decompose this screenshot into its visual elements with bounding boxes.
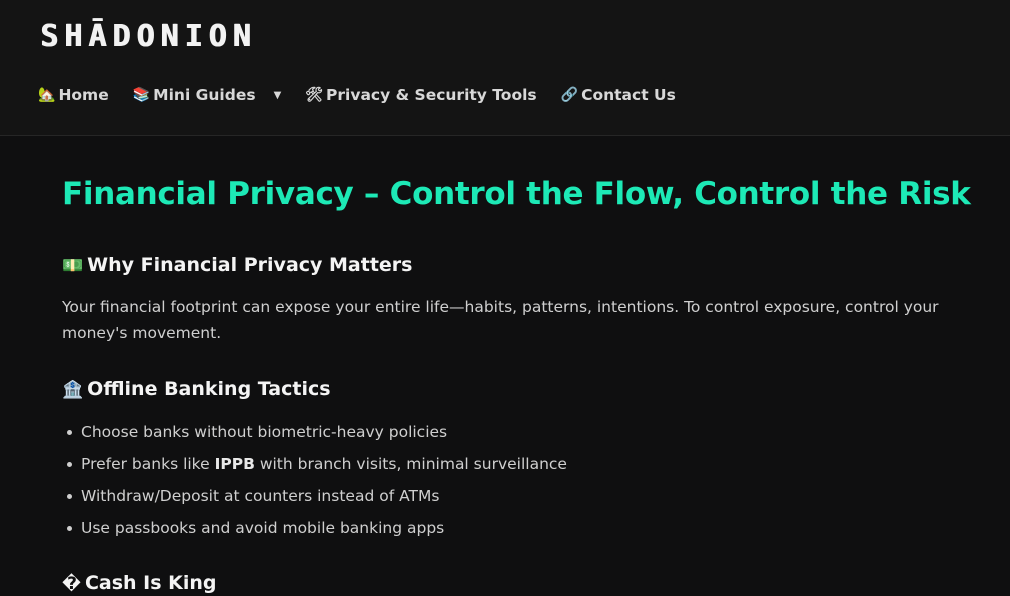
nav-item-mini-guides[interactable]: 📚 Mini Guides ▼ [133,86,282,104]
house-icon: 🏡 [38,87,56,103]
nav-item-label: Mini Guides [153,86,256,104]
list-item-bold: IPPB [214,455,255,473]
unknown-glyph-icon: � [62,574,81,594]
nav-item-label: Privacy & Security Tools [326,86,537,104]
list-item: Prefer banks like IPPB with branch visit… [62,448,567,480]
bank-icon: 🏦 [62,380,84,400]
page-title: Financial Privacy – Control the Flow, Co… [62,176,971,212]
link-icon: 🔗 [560,87,579,103]
books-icon: 📚 [132,87,151,103]
section-heading-text: Cash Is King [84,572,217,594]
section-heading-text: Offline Banking Tactics [87,378,331,400]
main-nav: 🏡 Home 📚 Mini Guides ▼ 🛠 Privacy & Secur… [38,86,700,104]
nav-item-contact-us[interactable]: 🔗 Contact Us [561,86,676,104]
nav-item-label: Contact Us [581,86,676,104]
section-heading-cash-is-king: � Cash Is King [62,572,217,594]
section-heading-text: Why Financial Privacy Matters [87,254,413,276]
nav-item-home[interactable]: 🏡 Home [38,86,109,104]
nav-item-privacy-security-tools[interactable]: 🛠 Privacy & Security Tools [305,86,536,104]
section-heading-offline-banking: 🏦 Offline Banking Tactics [62,378,331,400]
dropdown-caret-icon[interactable]: ▼ [274,90,282,101]
money-icon: 💵 [62,256,84,276]
list-item-suffix: with branch visits, minimal surveillance [254,455,567,473]
site-logo[interactable]: SHĀDONION [40,22,257,52]
section-heading-why-financial-privacy: 💵 Why Financial Privacy Matters [62,254,412,276]
list-item: Withdraw/Deposit at counters instead of … [62,480,567,512]
offline-banking-list: Choose banks without biometric-heavy pol… [62,416,567,544]
site-header: SHĀDONION 🏡 Home 📚 Mini Guides ▼ 🛠 Priva… [0,0,1010,136]
nav-item-label: Home [58,86,109,104]
list-item: Use passbooks and avoid mobile banking a… [62,512,567,544]
list-item-prefix: Prefer banks like [81,455,215,473]
section-paragraph: Your financial footprint can expose your… [62,298,939,342]
list-item: Choose banks without biometric-heavy pol… [62,416,567,448]
tools-icon: 🛠 [305,87,324,103]
